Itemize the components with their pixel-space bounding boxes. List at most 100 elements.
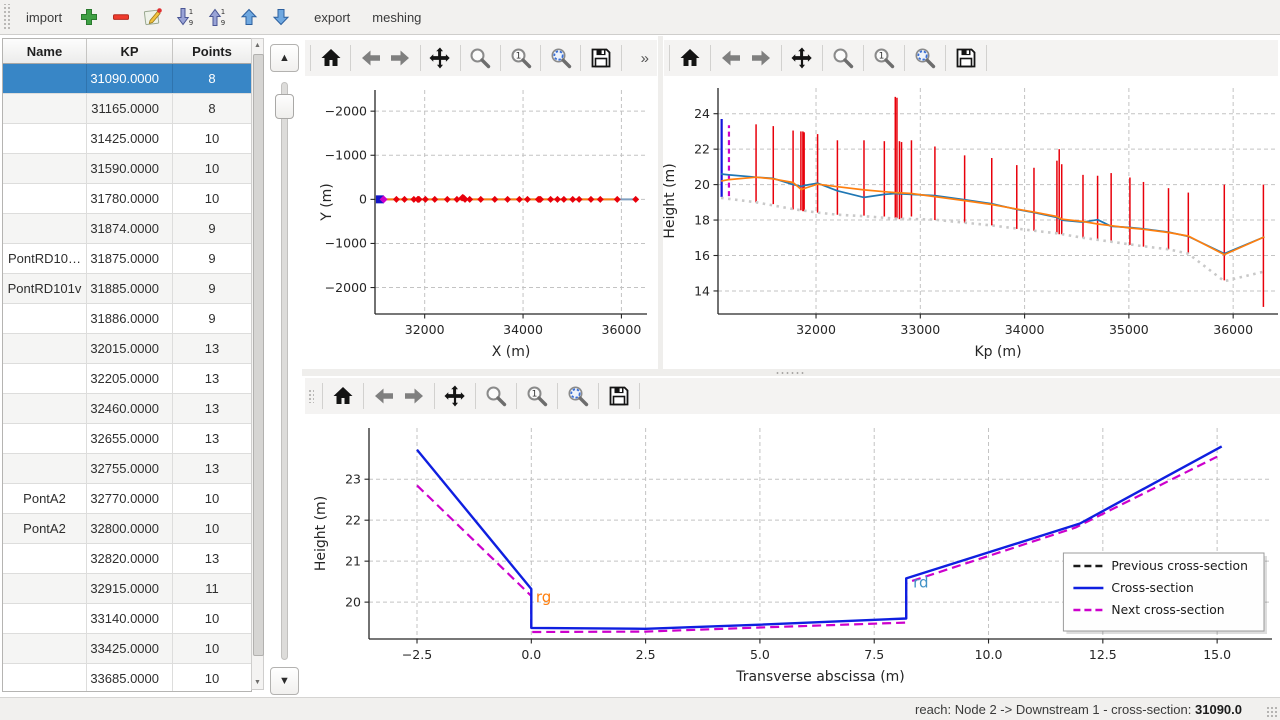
cell-name[interactable]: PontRD10… bbox=[3, 244, 87, 273]
cell-name[interactable] bbox=[3, 124, 87, 153]
scroll-up-icon[interactable]: ▲ bbox=[252, 39, 263, 52]
add-cross-section-icon[interactable] bbox=[74, 3, 104, 31]
sort-descending-icon[interactable]: 19 bbox=[170, 3, 200, 31]
zoom-one-icon[interactable]: 1 bbox=[506, 43, 535, 73]
cell-points[interactable]: 9 bbox=[173, 304, 251, 333]
scroll-down-icon[interactable]: ▼ bbox=[252, 676, 263, 689]
cell-name[interactable]: PontRD101v bbox=[3, 274, 87, 303]
cell-name[interactable] bbox=[3, 214, 87, 243]
toolbar-drag-handle[interactable] bbox=[308, 389, 314, 403]
cross-section-canvas[interactable]: −2.50.02.55.07.510.012.515.020212223rgrd… bbox=[305, 414, 1280, 697]
back-icon[interactable] bbox=[356, 43, 385, 73]
meshing-button[interactable]: meshing bbox=[362, 6, 431, 29]
cell-kp[interactable]: 32820.0000 bbox=[87, 544, 173, 573]
table-row[interactable]: 33685.000010 bbox=[3, 664, 251, 692]
cell-points[interactable]: 13 bbox=[173, 334, 251, 363]
cell-points[interactable]: 13 bbox=[173, 424, 251, 453]
pan-icon[interactable] bbox=[426, 43, 455, 73]
back-icon[interactable] bbox=[369, 381, 399, 411]
cell-points[interactable]: 13 bbox=[173, 364, 251, 393]
cell-kp[interactable]: 32460.0000 bbox=[87, 394, 173, 423]
cell-name[interactable] bbox=[3, 184, 87, 213]
table-row[interactable]: 31886.00009 bbox=[3, 304, 251, 334]
forward-icon[interactable] bbox=[385, 43, 414, 73]
cell-kp[interactable]: 32800.0000 bbox=[87, 514, 173, 543]
table-row[interactable]: 32205.000013 bbox=[3, 364, 251, 394]
table-row[interactable]: PontA232800.000010 bbox=[3, 514, 251, 544]
toolbar-overflow-button[interactable]: » bbox=[633, 50, 657, 67]
table-row[interactable]: 33140.000010 bbox=[3, 604, 251, 634]
cell-kp[interactable]: 33685.0000 bbox=[87, 664, 173, 692]
plan-view-canvas[interactable]: 320003400036000−2000−10000−1000−2000X (m… bbox=[305, 78, 657, 368]
table-row[interactable]: 32015.000013 bbox=[3, 334, 251, 364]
cell-name[interactable] bbox=[3, 94, 87, 123]
save-icon[interactable] bbox=[604, 381, 634, 411]
cell-points[interactable]: 9 bbox=[173, 244, 251, 273]
cell-name[interactable] bbox=[3, 454, 87, 483]
move-down-icon[interactable] bbox=[266, 3, 296, 31]
cell-kp[interactable]: 32915.0000 bbox=[87, 574, 173, 603]
long-profile-canvas[interactable]: 3200033000340003500036000141618202224Kp … bbox=[663, 78, 1280, 368]
table-row[interactable]: 32755.000013 bbox=[3, 454, 251, 484]
cell-kp[interactable]: 32655.0000 bbox=[87, 424, 173, 453]
cell-points[interactable]: 13 bbox=[173, 544, 251, 573]
table-row[interactable]: PontRD10…31875.00009 bbox=[3, 244, 251, 274]
pan-icon[interactable] bbox=[787, 43, 817, 73]
home-icon[interactable] bbox=[675, 43, 705, 73]
zoom-icon[interactable] bbox=[828, 43, 858, 73]
cell-name[interactable] bbox=[3, 604, 87, 633]
header-points[interactable]: Points bbox=[173, 39, 251, 63]
cell-kp[interactable]: 31875.0000 bbox=[87, 244, 173, 273]
cell-points[interactable]: 8 bbox=[173, 64, 251, 93]
pan-icon[interactable] bbox=[440, 381, 470, 411]
cell-points[interactable]: 10 bbox=[173, 664, 251, 692]
table-row[interactable]: 32915.000011 bbox=[3, 574, 251, 604]
table-row[interactable]: 32460.000013 bbox=[3, 394, 251, 424]
zoom-icon[interactable] bbox=[481, 381, 511, 411]
save-icon[interactable] bbox=[586, 43, 615, 73]
cell-kp[interactable]: 31165.0000 bbox=[87, 94, 173, 123]
table-row[interactable]: 32820.000013 bbox=[3, 544, 251, 574]
cell-points[interactable]: 10 bbox=[173, 484, 251, 513]
cell-points[interactable]: 13 bbox=[173, 394, 251, 423]
cell-kp[interactable]: 33140.0000 bbox=[87, 604, 173, 633]
cross-section-figure[interactable]: −2.50.02.55.07.510.012.515.020212223rgrd… bbox=[305, 414, 1280, 697]
table-row[interactable]: 33425.000010 bbox=[3, 634, 251, 664]
zoom-sync-icon[interactable] bbox=[546, 43, 575, 73]
cell-points[interactable]: 10 bbox=[173, 154, 251, 183]
table-row[interactable]: 31425.000010 bbox=[3, 124, 251, 154]
cell-points[interactable]: 10 bbox=[173, 634, 251, 663]
cell-name[interactable] bbox=[3, 574, 87, 603]
cell-name[interactable] bbox=[3, 64, 87, 93]
header-kp[interactable]: KP bbox=[87, 39, 173, 63]
edit-icon[interactable] bbox=[138, 3, 168, 31]
cell-kp[interactable]: 32755.0000 bbox=[87, 454, 173, 483]
section-down-button[interactable]: ▼ bbox=[270, 667, 299, 695]
cell-points[interactable]: 13 bbox=[173, 454, 251, 483]
cell-name[interactable] bbox=[3, 304, 87, 333]
cell-kp[interactable]: 32205.0000 bbox=[87, 364, 173, 393]
horizontal-splitter[interactable] bbox=[302, 369, 1280, 376]
cell-kp[interactable]: 33425.0000 bbox=[87, 634, 173, 663]
zoom-sync-icon[interactable] bbox=[563, 381, 593, 411]
cell-kp[interactable]: 31425.0000 bbox=[87, 124, 173, 153]
toolbar-drag-handle[interactable] bbox=[2, 4, 10, 30]
cell-kp[interactable]: 31780.0000 bbox=[87, 184, 173, 213]
table-row[interactable]: PontRD101v31885.00009 bbox=[3, 274, 251, 304]
cell-points[interactable]: 10 bbox=[173, 124, 251, 153]
cell-kp[interactable]: 31885.0000 bbox=[87, 274, 173, 303]
cell-name[interactable] bbox=[3, 334, 87, 363]
cell-points[interactable]: 10 bbox=[173, 604, 251, 633]
import-button[interactable]: import bbox=[16, 6, 72, 29]
move-up-icon[interactable] bbox=[234, 3, 264, 31]
cell-points[interactable]: 10 bbox=[173, 514, 251, 543]
table-header[interactable]: Name KP Points bbox=[3, 39, 251, 64]
cell-points[interactable]: 8 bbox=[173, 94, 251, 123]
zoom-one-icon[interactable]: 1 bbox=[869, 43, 899, 73]
profile-figure[interactable]: 3200033000340003500036000141618202224Kp … bbox=[663, 78, 1280, 368]
cell-kp[interactable]: 31886.0000 bbox=[87, 304, 173, 333]
cell-points[interactable]: 10 bbox=[173, 184, 251, 213]
export-button[interactable]: export bbox=[304, 6, 360, 29]
cell-name[interactable] bbox=[3, 154, 87, 183]
cell-name[interactable]: PontA2 bbox=[3, 484, 87, 513]
